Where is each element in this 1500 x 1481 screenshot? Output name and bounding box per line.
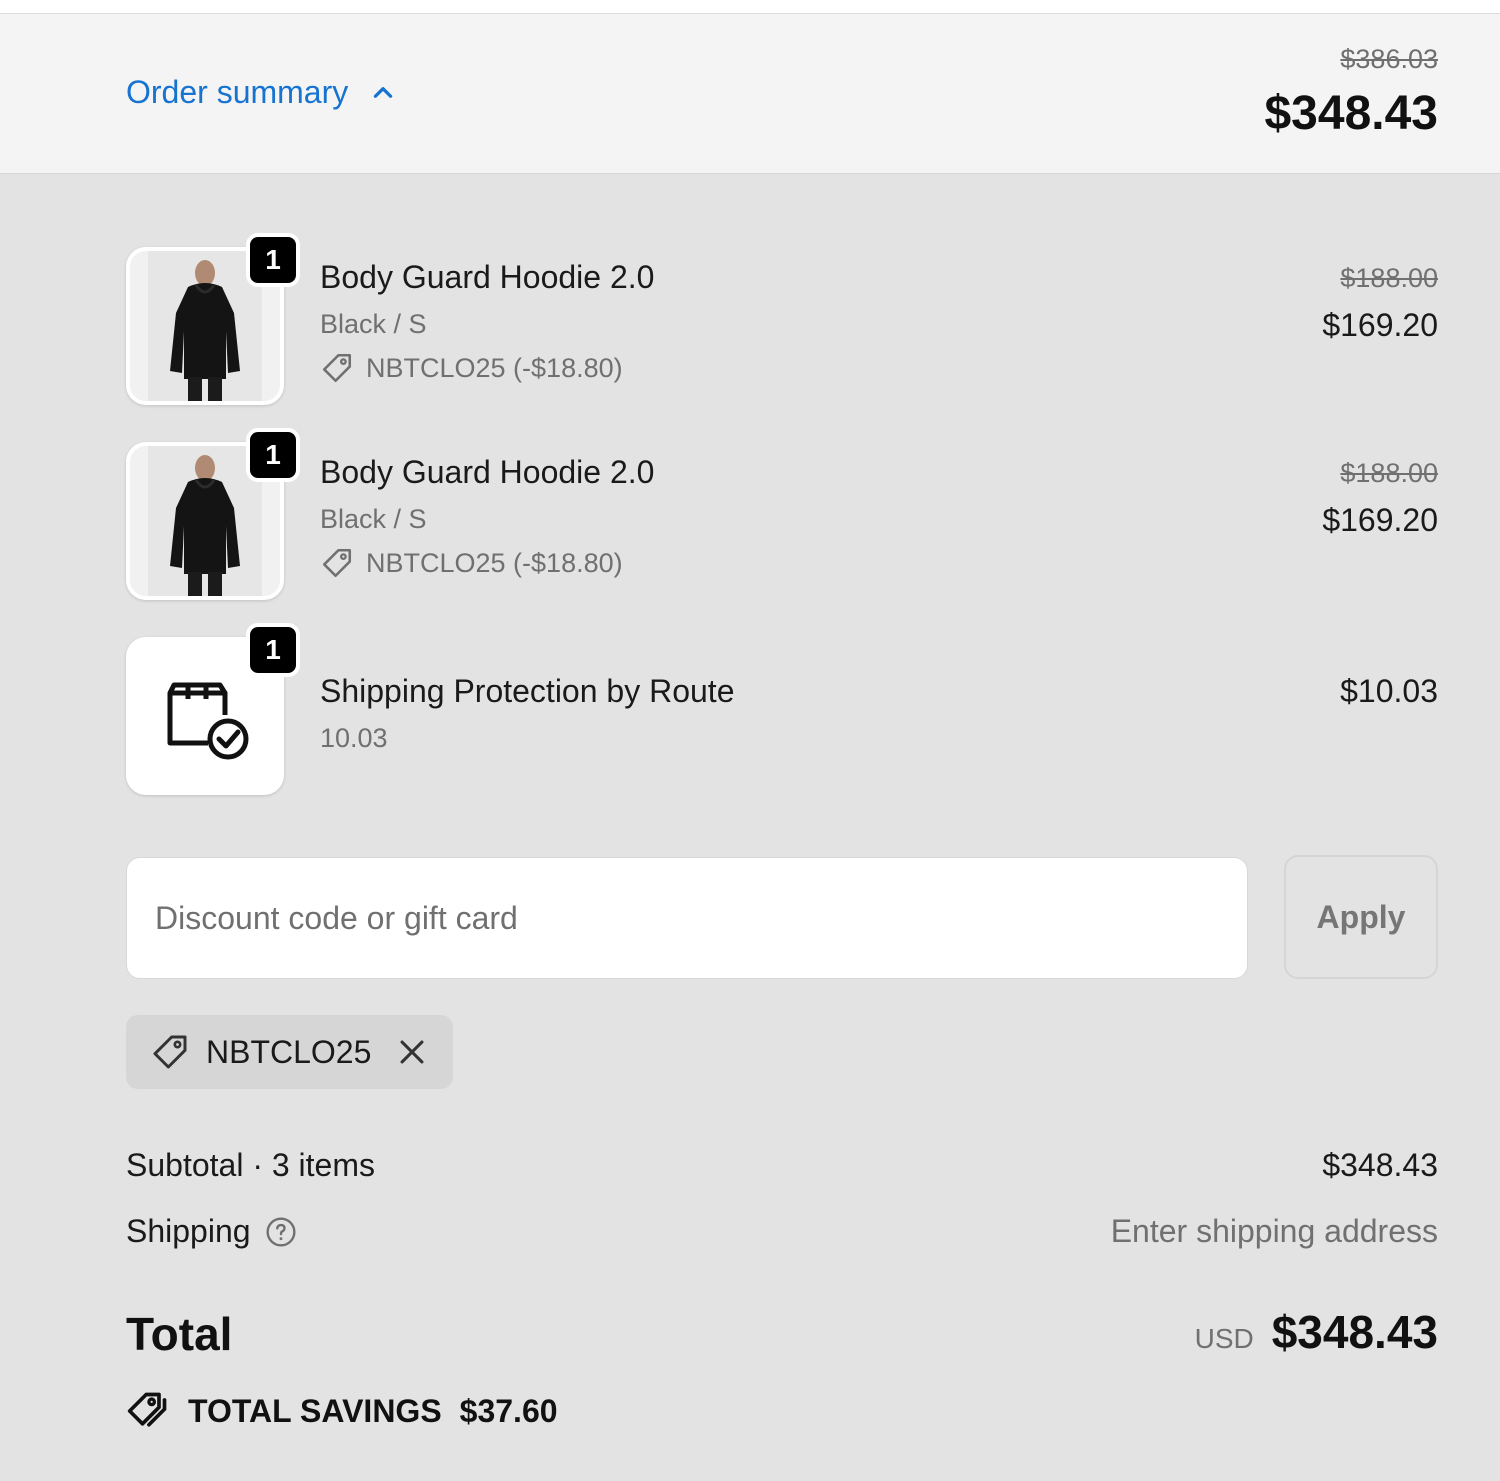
tags-icon [127,1392,167,1427]
item-variant: Black / S [320,504,427,534]
total-savings-value: $37.60 [459,1392,558,1429]
shipping-label: Shipping [126,1213,251,1249]
item-variant: 10.03 [320,723,388,753]
total-savings: TOTAL SAVINGS $37.60 [126,1389,558,1433]
top-strip [0,0,1500,14]
total-savings-label: TOTAL SAVINGS [188,1392,442,1429]
quantity-badge: 1 [246,233,300,287]
total-label: Total [126,1308,233,1360]
line-item: 1 Shipping Protection by Route 10.03 $10… [126,565,1438,795]
quantity-badge: 1 [246,623,300,677]
subtotal-value: $348.43 [1322,1147,1438,1183]
item-price: $169.20 [1322,307,1438,343]
shipping-value: Enter shipping address [1110,1213,1438,1249]
chevron-up-icon [374,86,393,98]
subtotal-label: Subtotal · 3 items [126,1147,375,1183]
order-summary-bar: Order summary $386.03 $348.43 [0,14,1500,174]
item-original-price: $188.00 [1340,458,1438,488]
apply-button[interactable]: Apply [1284,855,1438,979]
discount-code-input[interactable] [126,857,1248,979]
shipping-row-label: Shipping [126,1213,297,1250]
quantity-badge: 1 [246,428,300,482]
item-price: $169.20 [1322,502,1438,538]
item-name: Body Guard Hoodie 2.0 [320,259,655,295]
item-name: Body Guard Hoodie 2.0 [320,454,655,490]
item-name: Shipping Protection by Route [320,673,735,709]
order-summary-content: 1 Body Guard Hoodie 2.0 Black / S NBTCLO… [0,175,1500,1481]
order-summary-toggle[interactable]: Order summary [126,74,396,111]
applied-discount-chip: NBTCLO25 [126,1015,454,1089]
line-item: 1 Body Guard Hoodie 2.0 Black / S NBTCLO… [126,370,1438,600]
item-price: $10.03 [1340,673,1438,709]
tag-icon [153,1035,187,1069]
item-original-price: $188.00 [1340,263,1438,293]
help-circle-icon[interactable] [265,1216,297,1248]
total-amount-group: USD $348.43 [1195,1305,1438,1359]
item-variant: Black / S [320,309,427,339]
total-amount: $348.43 [1271,1306,1438,1358]
summary-original-total: $386.03 [1340,44,1438,74]
summary-total: $348.43 [1264,87,1438,140]
applied-discount-code: NBTCLO25 [206,1033,372,1070]
close-icon[interactable] [395,1035,429,1069]
line-item: 1 Body Guard Hoodie 2.0 Black / S NBTCLO… [126,175,1438,405]
currency-code: USD [1194,1323,1254,1354]
order-summary-label: Order summary [126,74,349,110]
